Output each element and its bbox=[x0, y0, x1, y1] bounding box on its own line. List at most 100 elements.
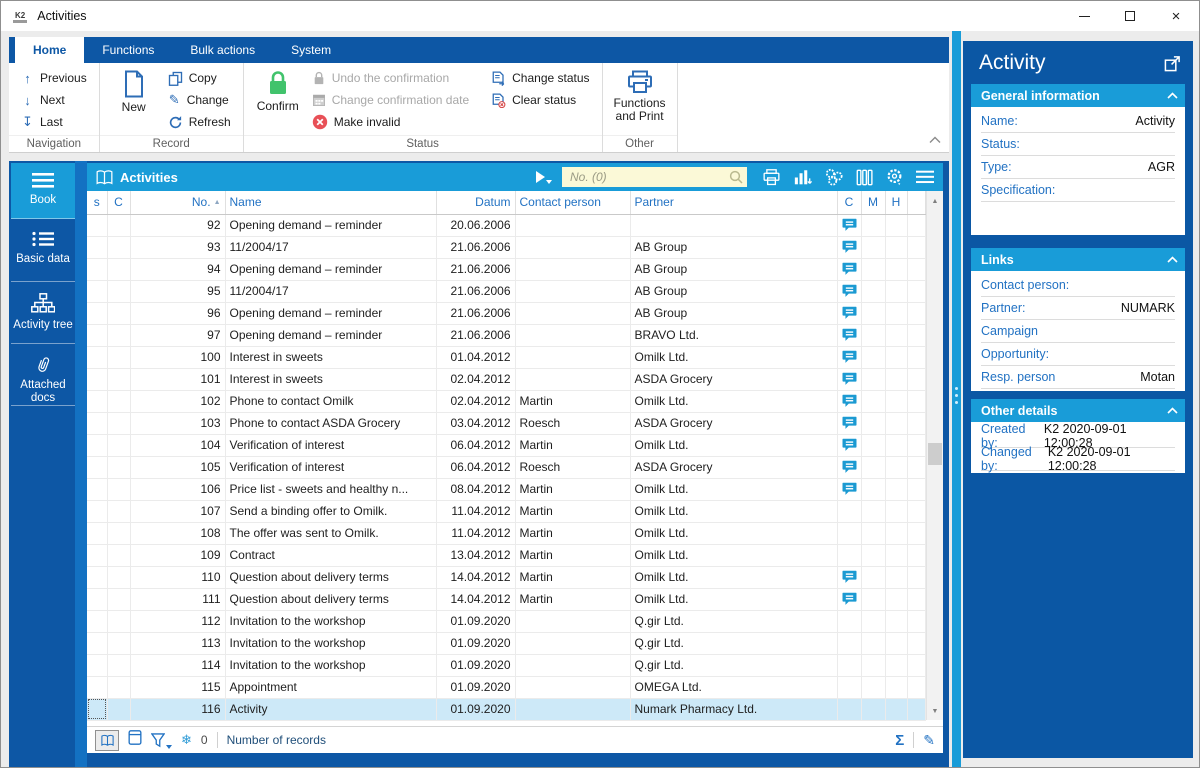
new-button[interactable]: New bbox=[106, 67, 162, 114]
tab-bulk-actions[interactable]: Bulk actions bbox=[172, 37, 273, 63]
sidebar-item-activity-tree[interactable]: Activity tree bbox=[11, 283, 75, 344]
detail-field[interactable]: Specification: bbox=[981, 179, 1175, 202]
scroll-down-icon[interactable]: ▼ bbox=[927, 703, 943, 720]
column-header-partner[interactable]: Partner bbox=[630, 191, 838, 215]
functions-and-print-button[interactable]: Functions and Print bbox=[609, 67, 671, 123]
previous-button[interactable]: ↑ Previous bbox=[15, 67, 93, 89]
chevron-up-icon[interactable] bbox=[1159, 399, 1185, 422]
table-row[interactable]: 108 The offer was sent to Omilk. 11.04.201… bbox=[87, 522, 926, 545]
close-button[interactable]: × bbox=[1153, 1, 1199, 31]
tab-system[interactable]: System bbox=[273, 37, 349, 63]
minimize-button[interactable] bbox=[1061, 1, 1107, 31]
clear-status-button[interactable]: Clear status bbox=[485, 89, 595, 111]
column-header-s[interactable]: s bbox=[87, 191, 108, 215]
table-row[interactable]: 105 Verification of interest 06.04.2012 Roe… bbox=[87, 456, 926, 479]
table-row[interactable]: 97 Opening demand – reminder 21.06.2006 BRA… bbox=[87, 324, 926, 347]
change-button[interactable]: ✎ Change bbox=[162, 89, 237, 111]
column-header-c2[interactable]: C bbox=[837, 191, 862, 215]
detail-field[interactable]: Type: AGR bbox=[981, 156, 1175, 179]
column-header-name[interactable]: Name bbox=[225, 191, 437, 215]
chart-button[interactable] bbox=[790, 169, 815, 186]
scroll-up-icon[interactable]: ▲ bbox=[927, 193, 943, 210]
last-button[interactable]: ↧ Last bbox=[15, 111, 93, 133]
section-header[interactable]: General information bbox=[971, 84, 1185, 107]
tab-functions[interactable]: Functions bbox=[84, 37, 172, 63]
refresh-button[interactable]: Refresh bbox=[162, 111, 237, 133]
table-row[interactable]: 94 Opening demand – reminder 21.06.2006 AB … bbox=[87, 258, 926, 281]
confirm-button[interactable]: Confirm bbox=[250, 67, 306, 113]
detail-field[interactable]: Opportunity: bbox=[981, 343, 1175, 366]
search-input[interactable] bbox=[562, 167, 747, 187]
chevron-up-icon[interactable] bbox=[1159, 248, 1185, 271]
table-row[interactable]: 101 Interest in sweets 02.04.2012 ASDA Groc… bbox=[87, 368, 926, 391]
panel-splitter[interactable] bbox=[952, 31, 961, 767]
search-icon bbox=[729, 170, 743, 184]
detail-field[interactable]: Changed by: K2 2020-09-01 12:00:28 bbox=[981, 445, 1175, 473]
make-invalid-button[interactable]: Make invalid bbox=[306, 111, 475, 133]
table-row[interactable]: 115 Appointment 01.09.2020 OMEGA Ltd. bbox=[87, 676, 926, 699]
undo-confirmation-button[interactable]: Undo the confirmation bbox=[306, 67, 475, 89]
table-row[interactable]: 96 Opening demand – reminder 21.06.2006 AB … bbox=[87, 302, 926, 325]
gears-button[interactable] bbox=[821, 168, 847, 186]
detail-field[interactable]: Status: bbox=[981, 133, 1175, 156]
print-button[interactable] bbox=[759, 168, 784, 186]
column-header-h[interactable]: H bbox=[885, 191, 908, 215]
invalid-circle-x-icon bbox=[312, 114, 327, 130]
card-view-button[interactable] bbox=[128, 730, 142, 750]
ribbon-collapse-chevron[interactable] bbox=[929, 131, 941, 149]
browser-title: Activities bbox=[120, 169, 178, 185]
sum-button[interactable]: Σ bbox=[895, 732, 904, 749]
table-row[interactable]: 106 Price list - sweets and healthy n... 0… bbox=[87, 478, 926, 501]
columns-button[interactable] bbox=[853, 169, 876, 186]
table-row[interactable]: 109 Contract 13.04.2012 Martin Omilk Ltd. bbox=[87, 544, 926, 567]
vertical-scrollbar[interactable]: ▲ ▼ bbox=[926, 191, 943, 720]
table-row[interactable]: 92 Opening demand – reminder 20.06.2006 bbox=[87, 214, 926, 237]
column-header-no[interactable]: No. ▲ bbox=[130, 191, 226, 215]
change-status-button[interactable]: Change status bbox=[485, 67, 595, 89]
table-row[interactable]: 104 Verification of interest 06.04.2012 Mar… bbox=[87, 434, 926, 457]
table-row[interactable]: 112 Invitation to the workshop 01.09.2020 Q… bbox=[87, 610, 926, 633]
column-header-c[interactable]: C bbox=[107, 191, 131, 215]
chevron-up-icon[interactable] bbox=[1159, 84, 1185, 107]
detail-field[interactable]: Resp. person Motan bbox=[981, 366, 1175, 389]
column-header-m[interactable]: M bbox=[861, 191, 886, 215]
tab-home[interactable]: Home bbox=[15, 37, 85, 63]
edit-button[interactable]: ✎ bbox=[923, 732, 935, 749]
detail-field[interactable]: Partner: NUMARK bbox=[981, 297, 1175, 320]
sidebar-item-book[interactable]: Book bbox=[11, 163, 75, 219]
detail-field[interactable]: Campaign bbox=[981, 320, 1175, 343]
change-confirmation-date-button[interactable]: Change confirmation date bbox=[306, 89, 475, 111]
scrollbar-thumb[interactable] bbox=[928, 443, 942, 465]
next-button[interactable]: ↓ Next bbox=[15, 89, 93, 111]
settings-button[interactable] bbox=[882, 168, 907, 186]
sort-asc-icon: ▲ bbox=[213, 199, 221, 207]
table-row[interactable]: 102 Phone to contact Omilk 02.04.2012 Marti… bbox=[87, 390, 926, 413]
table-row[interactable]: 116 Activity 01.09.2020 Numark Pharmacy Ltd… bbox=[87, 698, 926, 721]
filter-button[interactable] bbox=[151, 732, 172, 749]
open-in-window-icon[interactable] bbox=[1164, 55, 1181, 72]
detail-field[interactable]: Name: Activity bbox=[981, 110, 1175, 133]
book-view-button[interactable] bbox=[95, 729, 119, 751]
run-filter-button[interactable] bbox=[536, 171, 552, 184]
table-row[interactable]: 111 Question about delivery terms 14.04.20… bbox=[87, 588, 926, 611]
card-icon bbox=[128, 730, 142, 745]
detail-field[interactable]: Contact person: bbox=[981, 274, 1175, 297]
table-row[interactable]: 113 Invitation to the workshop 01.09.2020 Q… bbox=[87, 632, 926, 655]
freeze-icon[interactable]: ❄ bbox=[181, 732, 192, 748]
column-header-contact-person[interactable]: Contact person bbox=[515, 191, 631, 215]
table-row[interactable]: 93 11/2004/17 21.06.2006 AB Group bbox=[87, 236, 926, 259]
table-row[interactable]: 110 Question about delivery terms 14.04.20… bbox=[87, 566, 926, 589]
column-header-datum[interactable]: Datum bbox=[436, 191, 516, 215]
section-header[interactable]: Links bbox=[971, 248, 1185, 271]
table-row[interactable]: 114 Invitation to the workshop 01.09.2020 Q… bbox=[87, 654, 926, 677]
table-row[interactable]: 100 Interest in sweets 01.04.2012 Omilk Ltd… bbox=[87, 346, 926, 369]
section-header[interactable]: Other details bbox=[971, 399, 1185, 422]
maximize-button[interactable] bbox=[1107, 1, 1153, 31]
table-row[interactable]: 107 Send a binding offer to Omilk. 11.04.2… bbox=[87, 500, 926, 523]
table-row[interactable]: 95 11/2004/17 21.06.2006 AB Group bbox=[87, 280, 926, 303]
sidebar-item-attached-docs[interactable]: Attached docs bbox=[11, 345, 75, 406]
table-row[interactable]: 103 Phone to contact ASDA Grocery 03.04.20… bbox=[87, 412, 926, 435]
copy-button[interactable]: Copy bbox=[162, 67, 237, 89]
menu-button[interactable] bbox=[913, 170, 937, 184]
sidebar-item-basic-data[interactable]: Basic data bbox=[11, 221, 75, 282]
